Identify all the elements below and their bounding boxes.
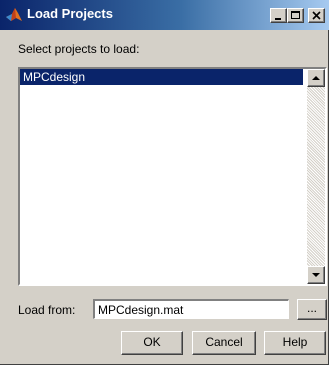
help-button[interactable]: Help xyxy=(264,331,326,355)
scroll-down-button[interactable] xyxy=(307,266,325,284)
window-title: Load Projects xyxy=(27,6,113,21)
close-button[interactable] xyxy=(308,8,325,23)
title-bar[interactable]: Load Projects xyxy=(0,0,329,30)
select-projects-prompt: Select projects to load: xyxy=(18,42,140,56)
scroll-up-button[interactable] xyxy=(307,69,325,87)
project-list-item[interactable]: MPCdesign xyxy=(20,69,303,85)
close-icon xyxy=(312,11,321,20)
minimize-icon xyxy=(275,18,281,20)
project-list[interactable]: MPCdesign xyxy=(18,67,327,286)
load-projects-dialog: Load Projects Select projects to load: M… xyxy=(0,0,329,365)
maximize-button[interactable] xyxy=(287,8,304,23)
arrow-down-icon xyxy=(312,273,320,277)
ok-button[interactable]: OK xyxy=(121,331,183,355)
browse-button[interactable]: ... xyxy=(297,299,327,320)
arrow-up-icon xyxy=(312,76,320,80)
cancel-button[interactable]: Cancel xyxy=(192,331,256,355)
matlab-logo-icon xyxy=(5,7,23,23)
load-from-field[interactable]: MPCdesign.mat xyxy=(93,299,289,319)
maximize-icon xyxy=(291,11,300,19)
minimize-button[interactable] xyxy=(270,8,287,23)
load-from-label: Load from: xyxy=(18,303,76,317)
vertical-scrollbar[interactable] xyxy=(307,69,325,284)
